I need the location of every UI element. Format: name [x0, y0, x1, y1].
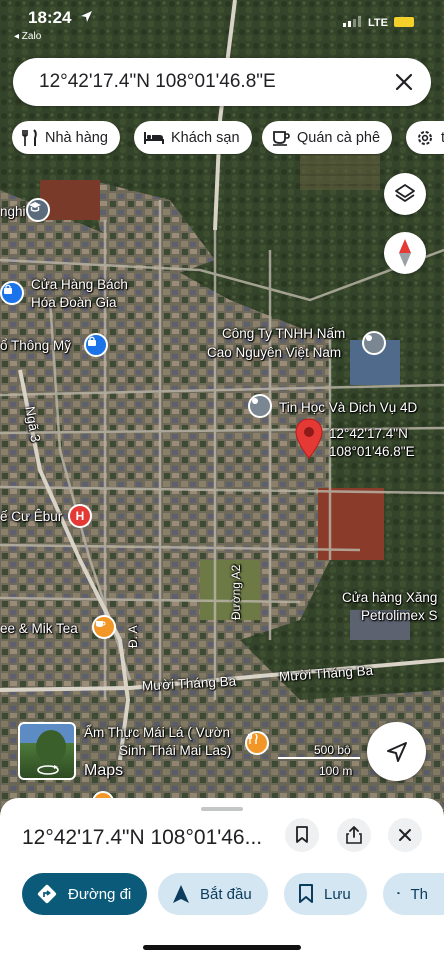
- status-time: 18:24: [28, 8, 72, 27]
- place-label[interactable]: Cửa hàng Xăng: [342, 589, 437, 606]
- road-label: Đ. A: [126, 625, 140, 648]
- chip-more[interactable]: tì: [406, 121, 444, 154]
- place-pin-icon[interactable]: [248, 394, 272, 418]
- bookmark-icon: [296, 826, 308, 843]
- place-label[interactable]: Cửa Hàng Bách: [31, 276, 128, 293]
- bookmark-icon: [299, 884, 313, 903]
- share-button[interactable]: [337, 818, 371, 852]
- gear-icon: [418, 130, 432, 145]
- close-sheet-button[interactable]: [388, 818, 422, 852]
- place-label[interactable]: ee & Mik Tea: [0, 620, 78, 637]
- chip-restaurants[interactable]: Nhà hàng: [12, 121, 120, 154]
- shopping-pin-icon[interactable]: [0, 281, 24, 305]
- signal-icon: [343, 16, 361, 27]
- shopping-pin-icon[interactable]: [84, 333, 108, 357]
- battery-icon: [394, 17, 414, 27]
- directions-icon: [37, 884, 57, 904]
- coffee-icon: [273, 130, 290, 146]
- more-action-button[interactable]: Th: [383, 873, 444, 915]
- place-label[interactable]: nghi: [0, 203, 26, 220]
- scale-meters: 100 m: [319, 764, 353, 778]
- close-icon: [399, 829, 411, 841]
- chip-cafes[interactable]: Quán cà phê: [262, 121, 393, 154]
- navigation-arrow-icon: [386, 741, 407, 762]
- action-label: Lưu: [324, 885, 351, 903]
- save-action-button[interactable]: Lưu: [284, 873, 367, 915]
- place-label[interactable]: Sinh Thái Mai Las): [119, 742, 231, 759]
- chip-label: Khách sạn: [171, 129, 240, 146]
- category-chips: Nhà hàng Khách sạn Quán cà phê tì: [12, 121, 444, 155]
- status-bar: 18:24 ◂ Zalo LTE: [0, 0, 444, 44]
- action-label: Th: [410, 885, 428, 903]
- compass-button[interactable]: [384, 232, 426, 274]
- restaurant-pin-icon[interactable]: [245, 731, 269, 755]
- network-type: LTE: [368, 17, 388, 29]
- back-to-app[interactable]: ◂ Zalo: [14, 31, 41, 42]
- close-icon[interactable]: [391, 69, 417, 95]
- hospital-pin-icon[interactable]: H: [68, 504, 92, 528]
- chip-label: Nhà hàng: [45, 129, 108, 146]
- sheet-drag-handle[interactable]: [201, 807, 243, 811]
- pin-coord-label: 108°01'46.8"E: [329, 444, 415, 459]
- road-label: Đường A2: [229, 564, 243, 620]
- place-label[interactable]: Hóa Đoàn Gia: [31, 294, 117, 311]
- scale-bar: [278, 757, 360, 759]
- search-query[interactable]: 12°42'17.4"N 108°01'46.8"E: [39, 71, 276, 93]
- my-location-button[interactable]: [367, 722, 426, 781]
- school-pin-icon[interactable]: [26, 198, 50, 222]
- action-label: Đường đi: [68, 885, 132, 903]
- location-arrow-icon: [81, 11, 92, 22]
- save-button[interactable]: [285, 818, 319, 852]
- share-icon: [346, 826, 362, 844]
- compass-icon: [399, 239, 411, 267]
- place-label[interactable]: ổ Thông Mỹ: [0, 337, 71, 354]
- place-label[interactable]: Công Ty TNHH Nấm: [222, 325, 345, 342]
- chip-hotels[interactable]: Khách sạn: [134, 121, 252, 154]
- maps-watermark: Maps: [84, 762, 124, 779]
- cafe-pin-icon[interactable]: [92, 615, 116, 639]
- search-bar[interactable]: 12°42'17.4"N 108°01'46.8"E: [13, 58, 431, 106]
- pin-coord-label: 12°42'17.4"N: [329, 426, 408, 441]
- place-label[interactable]: Ẩm Thực Mái Lá ( Vườn: [84, 724, 230, 741]
- place-label[interactable]: ế Cư Êbur: [0, 508, 62, 525]
- place-title: 12°42'17.4"N 108°01'46...: [22, 826, 263, 849]
- place-pin-icon[interactable]: [362, 331, 386, 355]
- layers-icon: [395, 184, 415, 202]
- place-label[interactable]: Tin Học Và Dịch Vụ 4D: [279, 399, 417, 416]
- layers-button[interactable]: [384, 173, 426, 215]
- rotate-360-icon: [37, 765, 59, 775]
- bed-icon: [144, 131, 164, 144]
- navigation-arrow-icon: [173, 885, 189, 903]
- chip-label: Quán cà phê: [297, 129, 381, 146]
- street-view-thumbnail[interactable]: [18, 722, 76, 780]
- location-pin-icon[interactable]: [294, 418, 324, 460]
- directions-button[interactable]: Đường đi: [22, 873, 148, 915]
- home-indicator[interactable]: [143, 945, 301, 950]
- action-label: Bắt đầu: [200, 885, 252, 903]
- place-bottom-sheet[interactable]: 12°42'17.4"N 108°01'46... Đường đi Bắt đ…: [0, 798, 444, 960]
- start-button[interactable]: Bắt đầu: [158, 873, 268, 915]
- place-label[interactable]: Petrolimex S: [361, 607, 438, 624]
- place-label[interactable]: Cao Nguyên Việt Nam: [207, 344, 341, 361]
- fork-knife-icon: [22, 128, 37, 146]
- flag-icon: [397, 892, 401, 896]
